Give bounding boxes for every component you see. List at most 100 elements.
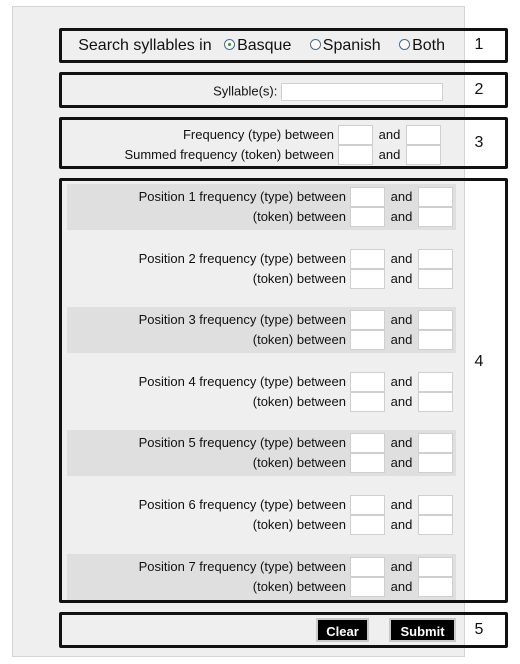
position-6-type-min-input[interactable] — [350, 495, 385, 515]
position-5-token-row: (token) between and — [252, 453, 453, 474]
position-5-token-max-input[interactable] — [418, 453, 453, 474]
frequency-section: Frequency (type) between and Summed frequ… — [59, 117, 508, 169]
position-4-type-min-input[interactable] — [350, 371, 385, 392]
position-7-token-max-input[interactable] — [418, 576, 453, 597]
submit-button[interactable]: Submit — [389, 618, 456, 642]
and-label: and — [390, 189, 413, 204]
position-2-type-max-input[interactable] — [418, 248, 453, 269]
position-2-type-min-input[interactable] — [350, 248, 385, 269]
section-number-3: 3 — [474, 134, 484, 151]
position-4-type-row: Position 4 frequency (type) between and — [138, 371, 453, 392]
frequency-token-max-input[interactable] — [406, 145, 441, 165]
position-3-type-max-input[interactable] — [418, 310, 453, 331]
position-3-block: Position 3 frequency (type) between and (t… — [67, 307, 456, 354]
position-6-type-max-input[interactable] — [418, 495, 453, 515]
position-label: (token) between — [252, 578, 346, 594]
position-2-type-row: Position 2 frequency (type) between and — [138, 248, 453, 269]
and-label: and — [390, 270, 413, 286]
frequency-type-label: Frequency (type) between — [182, 127, 334, 142]
syllables-section: Syllable(s): 2 — [59, 72, 508, 108]
position-5-type-max-input[interactable] — [418, 433, 453, 454]
position-6-token-min-input[interactable] — [350, 515, 385, 535]
position-7-token-row: (token) between and — [252, 576, 453, 597]
section-number-5: 5 — [474, 621, 484, 638]
position-4-type-max-input[interactable] — [418, 371, 453, 392]
syllables-label: Syllable(s): — [213, 83, 278, 99]
position-1-token-min-input[interactable] — [350, 207, 385, 227]
position-label: (token) between — [252, 455, 346, 471]
and-label: and — [390, 250, 413, 266]
position-3-token-min-input[interactable] — [350, 330, 385, 351]
position-label: Position 4 frequency (type) between — [138, 373, 346, 389]
position-6-type-row: Position 6 frequency (type) between and — [139, 495, 453, 515]
position-3-type-row: Position 3 frequency (type) between and — [138, 310, 453, 331]
radio-both[interactable] — [399, 39, 411, 50]
position-2-block: Position 2 frequency (type) between and (t… — [67, 246, 456, 292]
position-3-token-max-input[interactable] — [418, 330, 453, 351]
position-label: (token) between — [252, 209, 346, 224]
frequency-type-row: Frequency (type) between and — [183, 125, 441, 145]
radio-spanish-label[interactable]: Spanish — [323, 37, 381, 54]
position-5-token-min-input[interactable] — [350, 453, 385, 474]
radio-both-label[interactable]: Both — [412, 37, 445, 54]
actions-section: Clear Submit 5 — [59, 612, 508, 648]
search-label: Search syllables in — [78, 37, 212, 54]
and-label: and — [390, 517, 413, 532]
position-2-token-row: (token) between and — [252, 268, 453, 289]
position-label: (token) between — [252, 270, 346, 286]
and-label: and — [390, 435, 413, 451]
position-3-type-min-input[interactable] — [350, 310, 385, 331]
and-label: and — [390, 373, 413, 389]
position-label: (token) between — [252, 332, 346, 348]
position-7-block: Position 7 frequency (type) between and (t… — [67, 553, 456, 600]
position-label: (token) between — [252, 517, 346, 532]
position-label: Position 2 frequency (type) between — [138, 250, 346, 266]
position-5-type-min-input[interactable] — [350, 433, 385, 454]
and-label: and — [378, 147, 401, 162]
clear-button[interactable]: Clear — [316, 618, 369, 642]
and-label: and — [390, 332, 413, 348]
frequency-token-row: Summed frequency (token) between and — [124, 145, 441, 165]
position-label: (token) between — [252, 393, 346, 409]
position-2-token-max-input[interactable] — [418, 268, 453, 289]
position-4-token-min-input[interactable] — [350, 391, 385, 412]
position-1-type-min-input[interactable] — [350, 187, 385, 207]
position-5-block: Position 5 frequency (type) between and (t… — [67, 430, 456, 477]
position-7-type-row: Position 7 frequency (type) between and — [139, 556, 453, 577]
position-7-type-min-input[interactable] — [350, 556, 385, 577]
position-5-type-row: Position 5 frequency (type) between and — [138, 433, 453, 454]
frequency-type-min-input[interactable] — [338, 125, 373, 145]
frequency-type-max-input[interactable] — [406, 125, 441, 145]
section-number-1: 1 — [474, 36, 484, 53]
position-7-token-min-input[interactable] — [350, 576, 385, 597]
position-7-type-max-input[interactable] — [418, 556, 453, 577]
positions-section: Position 1 frequency (type) between and (t… — [59, 178, 508, 603]
position-label: Position 6 frequency (type) between — [138, 497, 346, 512]
and-label: and — [390, 558, 413, 574]
position-1-type-row: Position 1 frequency (type) between and — [139, 187, 453, 207]
position-3-token-row: (token) between and — [252, 330, 453, 351]
language-section: Search syllables in Basque Spanish Both … — [59, 28, 508, 63]
and-label: and — [390, 393, 413, 409]
section-number-4: 4 — [474, 353, 484, 370]
radio-spanish[interactable] — [309, 39, 321, 50]
position-1-type-max-input[interactable] — [418, 187, 453, 207]
position-6-token-max-input[interactable] — [418, 515, 453, 535]
and-label: and — [378, 127, 401, 142]
radio-basque[interactable] — [224, 39, 236, 50]
position-4-token-max-input[interactable] — [418, 391, 453, 412]
position-2-token-min-input[interactable] — [350, 268, 385, 289]
and-label: and — [390, 312, 413, 328]
frequency-token-label: Summed frequency (token) between — [124, 147, 334, 162]
position-6-block: Position 6 frequency (type) between and (t… — [67, 492, 456, 538]
position-label: Position 5 frequency (type) between — [138, 435, 346, 451]
position-6-token-row: (token) between and — [253, 515, 453, 535]
position-4-block: Position 4 frequency (type) between and (t… — [67, 369, 456, 415]
and-label: and — [390, 497, 413, 512]
position-1-token-max-input[interactable] — [418, 207, 453, 227]
radio-basque-label[interactable]: Basque — [237, 37, 291, 54]
position-1-block: Position 1 frequency (type) between and (t… — [67, 184, 456, 230]
syllables-input[interactable] — [281, 83, 443, 101]
frequency-token-min-input[interactable] — [338, 145, 373, 165]
position-label: Position 3 frequency (type) between — [138, 312, 346, 328]
